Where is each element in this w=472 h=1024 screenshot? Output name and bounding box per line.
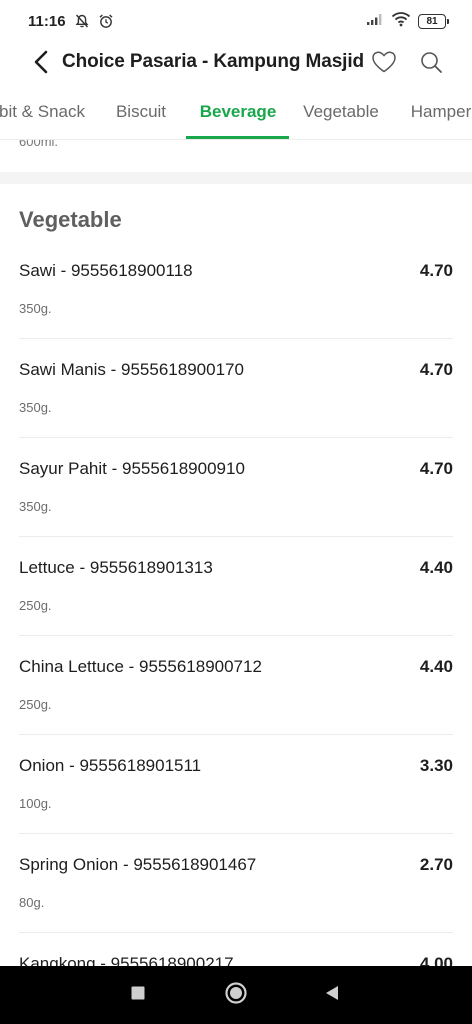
product-price: 4.40: [419, 558, 453, 577]
category-tabs: bit & Snack Biscuit Beverage Vegetable H…: [0, 90, 472, 140]
product-size: 80g.: [19, 895, 45, 910]
silent-bell-icon: [74, 13, 90, 29]
tab-hamper[interactable]: Hamper: [400, 90, 472, 139]
recents-square-icon: [130, 985, 146, 1006]
store-title: Choice Pasaria - Kampung Masjid: [62, 51, 365, 72]
product-size: 250g.: [19, 697, 52, 712]
product-row[interactable]: Sawi - 9555618900118 4.70 350g.: [19, 240, 453, 339]
product-row[interactable]: Spring Onion - 9555618901467 2.70 80g.: [19, 834, 453, 933]
product-price: 4.00: [419, 954, 453, 966]
product-name: Onion - 9555618901511: [19, 756, 202, 775]
product-size: 350g.: [19, 400, 52, 415]
back-button[interactable]: [26, 48, 56, 80]
product-name: Spring Onion - 9555618901467: [19, 855, 257, 874]
product-row[interactable]: China Lettuce - 9555618900712 4.40 250g.: [19, 636, 453, 735]
active-tab-indicator: [186, 136, 289, 139]
favorite-button[interactable]: [369, 49, 399, 79]
section-divider: [0, 172, 472, 184]
tab-beverage[interactable]: Beverage: [188, 90, 288, 139]
product-row[interactable]: Lettuce - 9555618901313 4.40 250g.: [19, 537, 453, 636]
recents-button[interactable]: [124, 981, 152, 1009]
status-right: 81: [366, 11, 449, 32]
heart-icon: [371, 50, 397, 79]
product-list: Sawi - 9555618900118 4.70 350g. Sawi Man…: [0, 240, 472, 966]
product-price: 4.70: [419, 360, 453, 379]
previous-item-size: 600ml.: [19, 140, 59, 149]
battery-icon: 81: [418, 13, 449, 29]
product-name: Sawi - 9555618900118: [19, 261, 193, 280]
product-row[interactable]: Onion - 9555618901511 3.30 100g.: [19, 735, 453, 834]
back-arrow-icon: [33, 50, 49, 79]
back-triangle-icon: [323, 984, 341, 1007]
product-price: 2.70: [419, 855, 453, 874]
app-header: Choice Pasaria - Kampung Masjid: [0, 42, 472, 86]
product-name: Kangkong - 9555618900217: [19, 954, 234, 966]
system-back-button[interactable]: [318, 981, 346, 1009]
status-left: 11:16: [28, 13, 114, 30]
product-price: 3.30: [419, 756, 453, 775]
status-bar: 11:16 81: [0, 0, 472, 42]
tab-vegetable[interactable]: Vegetable: [296, 90, 386, 139]
search-icon: [419, 50, 443, 79]
search-button[interactable]: [416, 49, 446, 79]
product-row[interactable]: Sayur Pahit - 9555618900910 4.70 350g.: [19, 438, 453, 537]
product-size: 350g.: [19, 499, 52, 514]
home-button[interactable]: [222, 981, 250, 1009]
tab-biscuit[interactable]: Biscuit: [102, 90, 180, 139]
tab-snack[interactable]: bit & Snack: [0, 90, 92, 139]
wifi-icon: [391, 11, 411, 32]
product-price: 4.70: [419, 261, 453, 280]
product-name: Sayur Pahit - 9555618900910: [19, 459, 245, 478]
product-size: 100g.: [19, 796, 52, 811]
product-row[interactable]: Kangkong - 9555618900217 4.00: [19, 933, 453, 966]
product-name: Sawi Manis - 9555618900170: [19, 360, 244, 379]
signal-icon: [366, 12, 384, 31]
home-circle-icon: [224, 981, 248, 1010]
product-size: 350g.: [19, 301, 52, 316]
product-price: 4.40: [419, 657, 453, 676]
product-name: Lettuce - 9555618901313: [19, 558, 213, 577]
product-name: China Lettuce - 9555618900712: [19, 657, 262, 676]
status-time: 11:16: [28, 12, 66, 30]
system-nav-bar: [0, 966, 472, 1024]
product-row[interactable]: Sawi Manis - 9555618900170 4.70 350g.: [19, 339, 453, 438]
product-size: 250g.: [19, 598, 52, 613]
product-price: 4.70: [419, 459, 453, 478]
alarm-icon: [98, 13, 114, 29]
section-title: Vegetable: [19, 207, 122, 232]
